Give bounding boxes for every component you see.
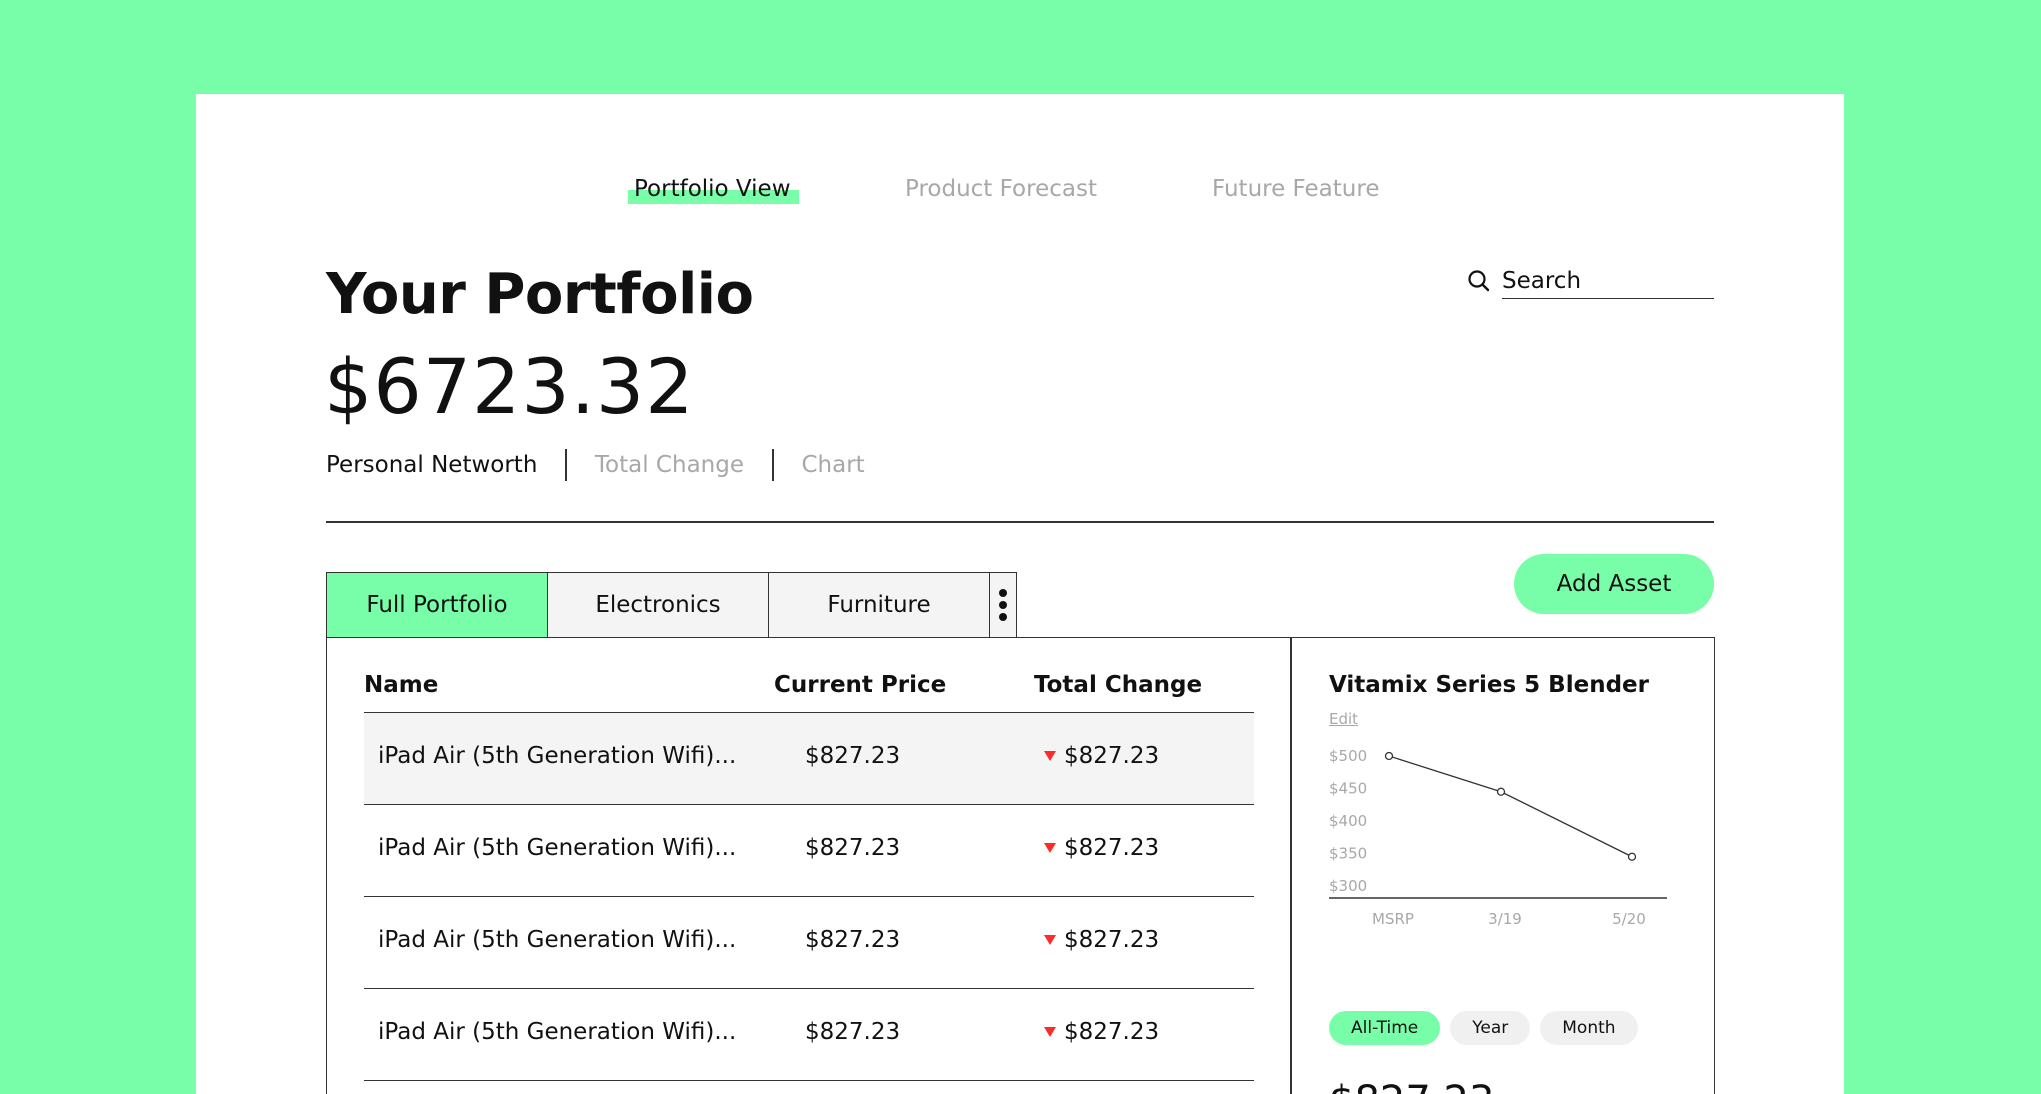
page-title: Your Portfolio [326, 262, 754, 327]
asset-name: iPad Air (5th Generation Wifi)... [378, 927, 737, 953]
range-year[interactable]: Year [1450, 1011, 1531, 1045]
more-vertical-icon [999, 589, 1007, 621]
column-header-current-price[interactable]: Current Price [774, 672, 946, 698]
asset-change: $827.23 [1044, 835, 1159, 861]
networth-value: $6723.32 [324, 342, 695, 431]
table-row[interactable]: iPad Air (5th Generation Wifi)... $827.2… [364, 897, 1254, 989]
asset-change: $827.23 [1044, 927, 1159, 953]
asset-name: iPad Air (5th Generation Wifi)... [378, 835, 737, 861]
nav-future-feature[interactable]: Future Feature [1212, 176, 1379, 202]
x-tick-label: MSRP [1372, 910, 1414, 928]
asset-price: $827.23 [805, 1019, 901, 1045]
search-bar [1466, 264, 1716, 300]
category-tabs: Full Portfolio Electronics Furniture [326, 572, 1017, 638]
table-row[interactable]: iPad Air (5th Generation Wifi)... $827.2… [364, 805, 1254, 897]
asset-table: Name Current Price Total Change iPad Air… [364, 672, 1254, 1081]
tab-furniture[interactable]: Furniture [768, 572, 989, 638]
asset-change-value: $827.23 [1064, 835, 1160, 861]
asset-name: iPad Air (5th Generation Wifi)... [378, 743, 737, 769]
down-arrow-icon [1044, 843, 1056, 853]
subnav-total-change[interactable]: Total Change [595, 452, 744, 478]
table-row[interactable]: iPad Air (5th Generation Wifi)... $827.2… [364, 989, 1254, 1081]
asset-price: $827.23 [805, 743, 901, 769]
asset-change: $827.23 [1044, 743, 1159, 769]
data-point [1384, 751, 1394, 761]
y-tick-label: $450 [1329, 780, 1367, 798]
down-arrow-icon [1044, 751, 1056, 761]
detail-price: $827.23 [1329, 1078, 1494, 1094]
top-nav: Portfolio View Product Forecast Future F… [196, 176, 1844, 216]
nav-portfolio-view[interactable]: Portfolio View [628, 176, 799, 204]
column-header-name[interactable]: Name [364, 672, 438, 698]
range-all-time[interactable]: All-Time [1329, 1011, 1441, 1045]
down-arrow-icon [1044, 935, 1056, 945]
x-tick-label: 3/19 [1488, 910, 1522, 928]
data-point [1496, 787, 1506, 796]
range-month[interactable]: Month [1540, 1011, 1638, 1045]
down-arrow-icon [1044, 1027, 1056, 1037]
nav-product-forecast[interactable]: Product Forecast [905, 176, 1097, 202]
subnav-divider [772, 449, 774, 481]
asset-detail: Vitamix Series 5 Blender Edit $500 $450 $4… [1329, 638, 1709, 1094]
summary-subnav: Personal Networth Total Change Chart [326, 449, 865, 481]
y-tick-label: $300 [1329, 877, 1367, 895]
asset-price: $827.23 [805, 927, 901, 953]
price-history-chart: $500 $450 $400 $350 $300 MSRP 3/19 5/20 [1329, 747, 1667, 928]
tab-full-portfolio[interactable]: Full Portfolio [326, 572, 547, 638]
search-input[interactable] [1502, 264, 1714, 299]
subnav-chart[interactable]: Chart [802, 452, 865, 478]
subnav-personal-networth[interactable]: Personal Networth [326, 452, 537, 478]
column-header-total-change[interactable]: Total Change [1034, 672, 1202, 698]
search-icon[interactable] [1466, 268, 1492, 294]
y-tick-label: $400 [1329, 812, 1367, 830]
asset-price: $827.23 [805, 835, 901, 861]
table-header: Name Current Price Total Change [364, 672, 1254, 713]
asset-change: $827.23 [1044, 1019, 1159, 1045]
tabs-more-button[interactable] [989, 572, 1017, 638]
portfolio-panel: Name Current Price Total Change iPad Air… [326, 637, 1715, 1094]
header-divider [326, 521, 1714, 523]
tab-electronics[interactable]: Electronics [547, 572, 768, 638]
asset-name: iPad Air (5th Generation Wifi)... [378, 1019, 737, 1045]
edit-link[interactable]: Edit [1329, 710, 1358, 728]
asset-change-value: $827.23 [1064, 743, 1160, 769]
range-selector: All-Time Year Month [1329, 1011, 1638, 1045]
asset-change-value: $827.23 [1064, 1019, 1160, 1045]
portfolio-card: Portfolio View Product Forecast Future F… [196, 94, 1844, 1094]
series-line [1388, 755, 1633, 858]
panel-divider [1290, 638, 1292, 1094]
table-row[interactable]: iPad Air (5th Generation Wifi)... $827.2… [364, 713, 1254, 805]
y-tick-label: $500 [1329, 747, 1367, 765]
asset-change-value: $827.23 [1064, 927, 1160, 953]
y-tick-label: $350 [1329, 845, 1367, 863]
detail-title: Vitamix Series 5 Blender [1329, 672, 1649, 698]
x-tick-label: 5/20 [1612, 910, 1646, 928]
add-asset-button[interactable]: Add Asset [1514, 554, 1714, 614]
subnav-divider [565, 449, 567, 481]
data-point [1627, 852, 1637, 861]
